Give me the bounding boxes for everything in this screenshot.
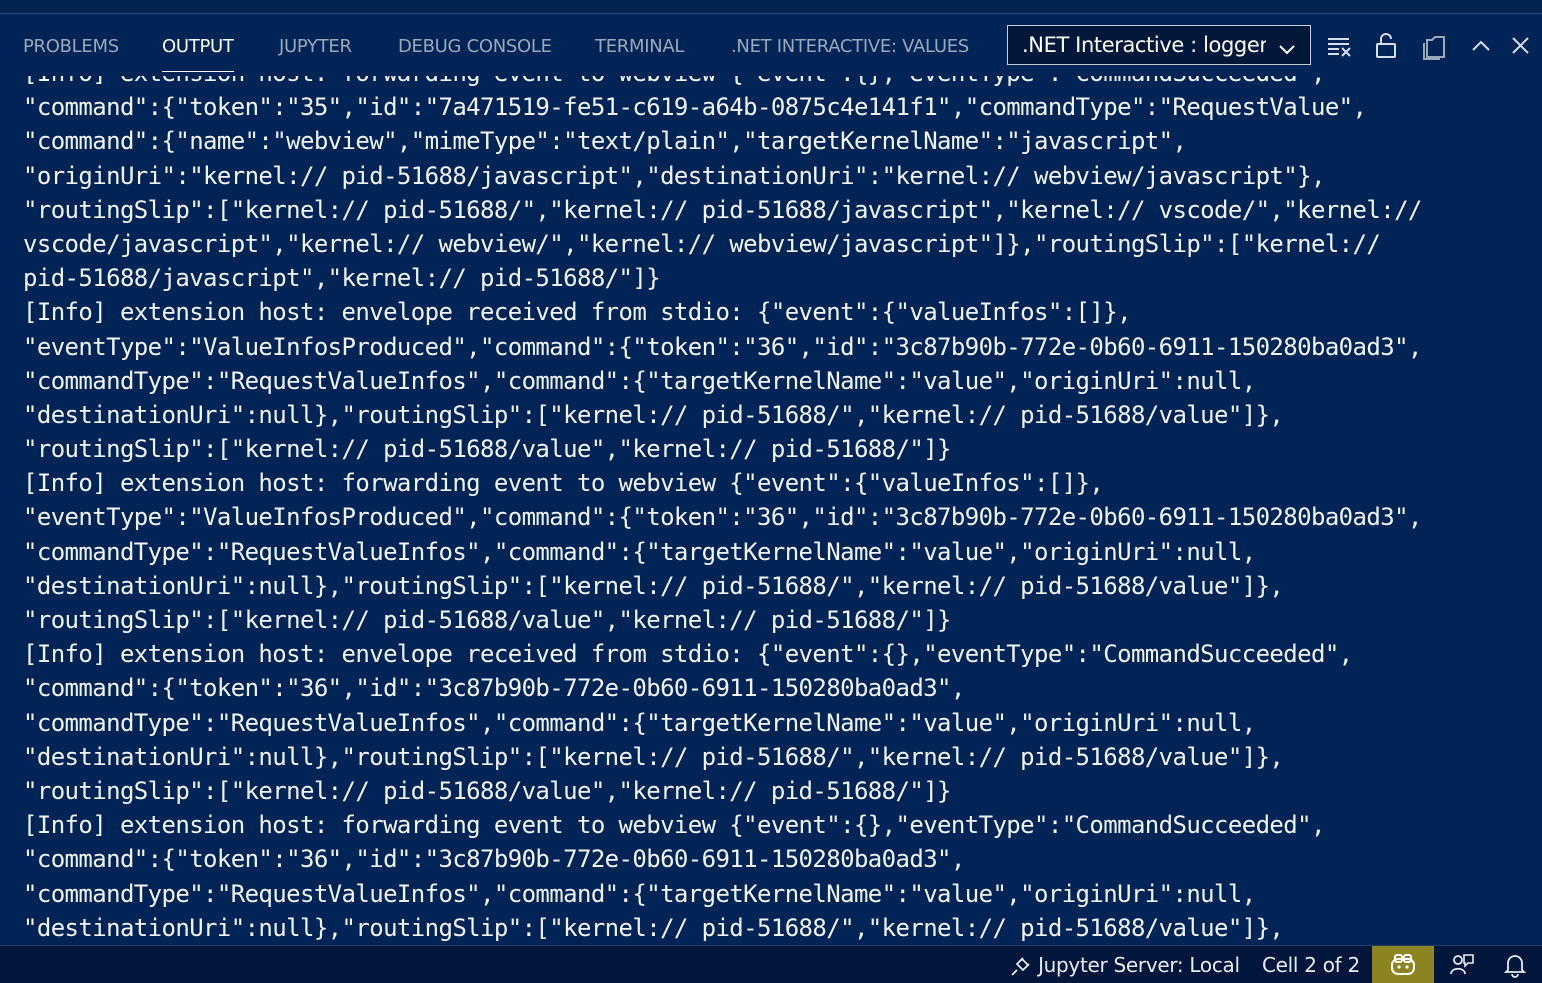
log-line: "destinationUri":null},"routingSlip":["k… — [23, 742, 1284, 771]
log-line: "destinationUri":null},"routingSlip":["k… — [23, 913, 1284, 942]
tab-jupyter[interactable]: JUPYTER — [279, 14, 352, 76]
log-line: [Info] extension host: envelope received… — [23, 640, 1353, 669]
log-line: "commandType":"RequestValueInfos","comma… — [23, 366, 1256, 395]
log-line: [Info] extension host: forwarding event … — [23, 469, 1104, 498]
log-line: [Info] extension host: envelope received… — [23, 298, 1132, 327]
chevron-down-icon — [1276, 34, 1298, 56]
log-line: "commandType":"RequestValueInfos","comma… — [23, 708, 1256, 737]
copilot-icon — [1389, 952, 1417, 982]
output-log-view[interactable]: [Info] extension host: forwarding event … — [0, 76, 1542, 945]
plug-icon — [1008, 953, 1038, 977]
log-line: pid-51688/javascript","kernel:// pid-516… — [23, 264, 661, 293]
window-top-border — [0, 0, 1542, 14]
tab-terminal[interactable]: TERMINAL — [595, 14, 684, 76]
feedback-icon[interactable] — [1449, 952, 1475, 978]
jupyter-server-label: Jupyter Server: Local — [1038, 953, 1240, 977]
tab-problems[interactable]: PROBLEMS — [23, 14, 119, 76]
log-line: "commandType":"RequestValueInfos","comma… — [23, 879, 1256, 908]
cell-position-label: Cell 2 of 2 — [1262, 953, 1360, 977]
jupyter-server-status[interactable]: Jupyter Server: Local — [1008, 946, 1240, 983]
log-line: "routingSlip":["kernel:// pid-51688/valu… — [23, 435, 952, 464]
bell-icon[interactable] — [1502, 952, 1528, 978]
log-line: "destinationUri":null},"routingSlip":["k… — [23, 571, 1284, 600]
maximize-panel-icon[interactable] — [1466, 31, 1496, 61]
log-line: "eventType":"ValueInfosProduced","comman… — [23, 503, 1422, 532]
log-line: "routingSlip":["kernel:// pid-51688/valu… — [23, 606, 952, 634]
log-line: [Info] extension host: forwarding event … — [23, 811, 1325, 840]
tab-net-interactive-values[interactable]: .NET INTERACTIVE: VALUES — [731, 14, 969, 76]
log-line: [Info] extension host: forwarding event … — [23, 76, 1533, 90]
panel-tab-bar: PROBLEMS OUTPUT JUPYTER DEBUG CONSOLE TE… — [0, 14, 1542, 76]
output-channel-select[interactable]: .NET Interactive : logger — [1007, 25, 1311, 65]
log-line: "command":{"name":"webview","mimeType":"… — [23, 127, 1187, 156]
copilot-status-button[interactable] — [1372, 946, 1434, 983]
log-line: "command":{"token":"35","id":"7a471519-f… — [23, 93, 1367, 122]
output-log-text: [Info] extension host: forwarding event … — [23, 76, 1533, 945]
close-panel-icon[interactable] — [1506, 31, 1536, 61]
open-output-in-editor-icon[interactable] — [1420, 31, 1450, 61]
log-line: "eventType":"ValueInfosProduced","comman… — [23, 332, 1422, 361]
log-line: "originUri":"kernel:// pid-51688/javascr… — [23, 161, 1325, 190]
cell-position-status[interactable]: Cell 2 of 2 — [1262, 946, 1360, 983]
log-line: "destinationUri":null},"routingSlip":["k… — [23, 400, 1284, 429]
log-line: "command":{"token":"36","id":"3c87b90b-7… — [23, 674, 965, 703]
clear-output-icon[interactable] — [1325, 31, 1355, 61]
tab-output[interactable]: OUTPUT — [162, 14, 234, 76]
tab-debug-console[interactable]: DEBUG CONSOLE — [398, 14, 552, 76]
lock-scroll-icon[interactable] — [1372, 31, 1402, 61]
log-line: "routingSlip":["kernel:// pid-51688/valu… — [23, 776, 952, 805]
log-line: "commandType":"RequestValueInfos","comma… — [23, 537, 1256, 566]
log-line: vscode/javascript","kernel:// webview/",… — [23, 229, 1381, 258]
status-bar: Jupyter Server: Local Cell 2 of 2 — [0, 945, 1542, 983]
log-line: "command":{"token":"36","id":"3c87b90b-7… — [23, 845, 965, 874]
log-line: "routingSlip":["kernel:// pid-51688/","k… — [23, 195, 1422, 224]
output-channel-value: .NET Interactive : logger — [1022, 33, 1266, 57]
